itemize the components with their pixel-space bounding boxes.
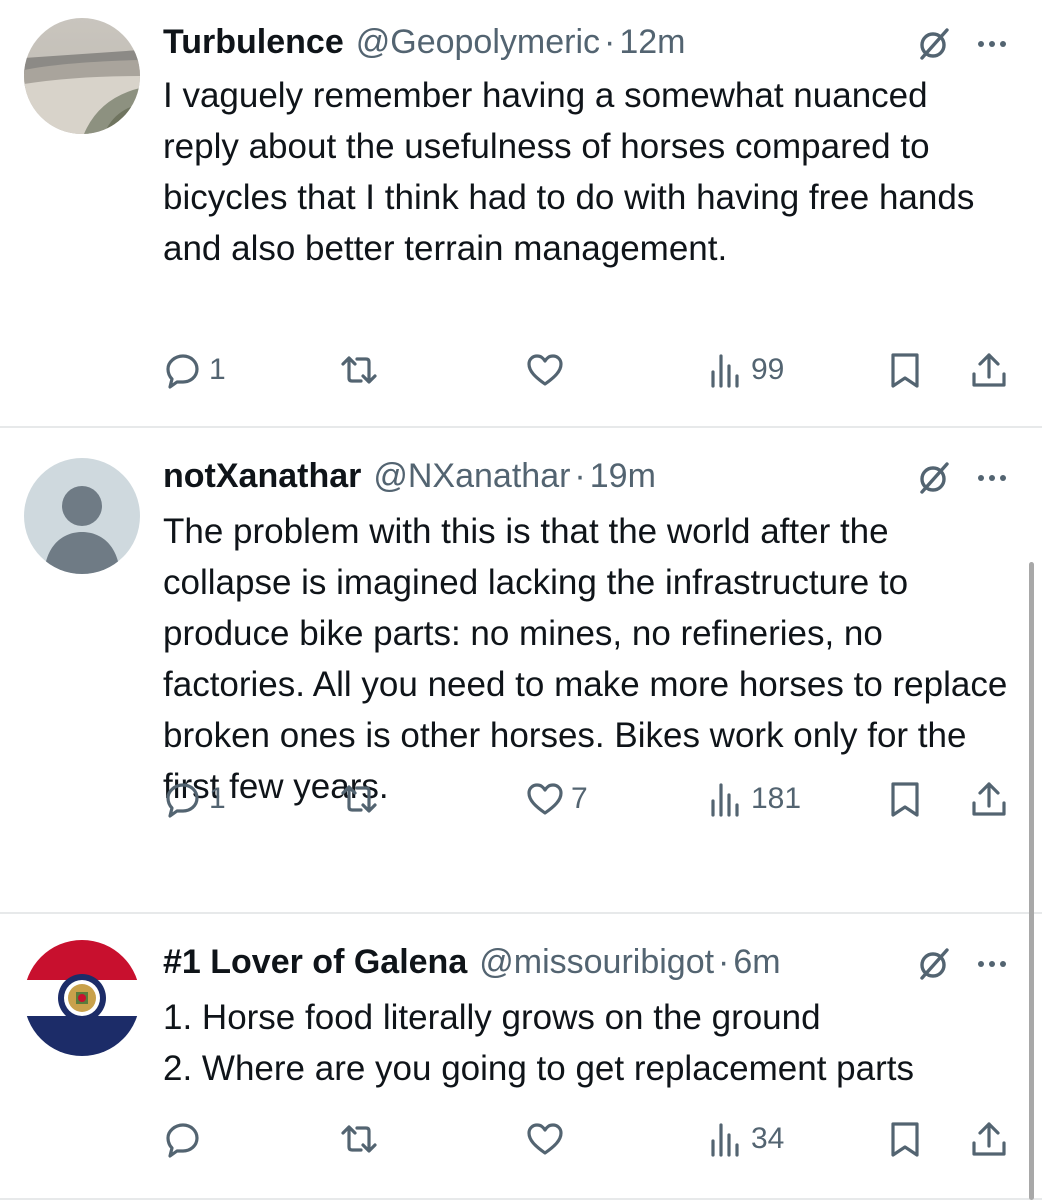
avatar[interactable] xyxy=(24,18,140,134)
tweet-content: Turbulence @Geopolymeric · 12m I vaguely… xyxy=(163,20,1012,274)
more-icon[interactable] xyxy=(972,458,1012,498)
reply-count: 1 xyxy=(209,353,226,386)
share-button[interactable] xyxy=(969,1114,1009,1164)
display-name[interactable]: Turbulence xyxy=(163,23,344,62)
timestamp[interactable]: 6m xyxy=(733,943,780,982)
tweet-actions: 1 7 181 xyxy=(163,774,1023,824)
reply-count: 1 xyxy=(209,782,226,815)
missouri-flag-avatar xyxy=(24,940,140,1056)
tweet-actions: 1 99 xyxy=(163,345,1023,395)
tweet-header: Turbulence @Geopolymeric · 12m xyxy=(163,20,1012,64)
avatar[interactable] xyxy=(24,458,140,574)
bookmark-button[interactable] xyxy=(885,1114,925,1164)
like-icon xyxy=(527,1123,563,1155)
timestamp[interactable]: 19m xyxy=(590,457,656,496)
bookmark-button[interactable] xyxy=(885,774,925,824)
reply-icon xyxy=(166,354,199,389)
tweet-content: #1 Lover of Galena @missouribigot · 6m 1… xyxy=(163,940,1012,1094)
tweet[interactable]: #1 Lover of Galena @missouribigot · 6m 1… xyxy=(0,914,1042,1200)
views-count: 181 xyxy=(751,782,802,815)
beach-photo-avatar xyxy=(24,18,140,134)
grok-icon[interactable] xyxy=(914,24,954,64)
timestamp[interactable]: 12m xyxy=(619,23,685,62)
like-button[interactable] xyxy=(525,345,571,395)
scrollbar[interactable] xyxy=(1029,562,1034,1200)
tweet[interactable]: notXanathar @NXanathar · 19m The problem… xyxy=(0,428,1042,914)
bookmark-icon xyxy=(891,353,919,388)
tweet-text: I vaguely remember having a somewhat nua… xyxy=(163,76,975,268)
grok-icon[interactable] xyxy=(914,944,954,984)
reply-button[interactable] xyxy=(163,1114,209,1164)
views-icon xyxy=(711,354,739,388)
repost-icon xyxy=(341,1125,377,1153)
like-count: 7 xyxy=(571,782,588,815)
tweet-text: 1. Horse food literally grows on the gro… xyxy=(163,992,1013,1094)
bookmark-button[interactable] xyxy=(885,345,925,395)
reply-button[interactable]: 1 xyxy=(163,774,226,824)
share-icon xyxy=(972,353,1006,387)
tweet[interactable]: Turbulence @Geopolymeric · 12m I vaguely… xyxy=(0,0,1042,428)
repost-button[interactable] xyxy=(339,345,385,395)
user-handle[interactable]: @missouribigot xyxy=(479,943,714,982)
repost-icon xyxy=(341,785,377,813)
views-icon xyxy=(711,1123,739,1157)
share-button[interactable] xyxy=(969,345,1009,395)
tweet-actions: 34 xyxy=(163,1114,1023,1164)
separator: · xyxy=(604,22,616,61)
like-button[interactable]: 7 xyxy=(525,774,588,824)
share-icon xyxy=(972,1122,1006,1156)
display-name[interactable]: #1 Lover of Galena xyxy=(163,943,467,982)
tweet-content: notXanathar @NXanathar · 19m The problem… xyxy=(163,454,1012,812)
reply-button[interactable]: 1 xyxy=(163,345,226,395)
grok-icon[interactable] xyxy=(914,458,954,498)
tweet-header: #1 Lover of Galena @missouribigot · 6m xyxy=(163,940,1012,984)
bookmark-icon xyxy=(891,1122,919,1157)
views-icon xyxy=(711,783,739,817)
user-handle[interactable]: @Geopolymeric xyxy=(356,23,600,62)
views-button[interactable]: 99 xyxy=(705,345,784,395)
views-count: 34 xyxy=(751,1122,785,1155)
like-icon xyxy=(527,354,563,386)
share-icon xyxy=(972,782,1006,816)
tweet-text: The problem with this is that the world … xyxy=(163,512,1008,806)
avatar[interactable] xyxy=(24,940,140,1056)
views-button[interactable]: 34 xyxy=(705,1114,784,1164)
more-icon[interactable] xyxy=(972,24,1012,64)
like-icon xyxy=(527,783,563,815)
like-button[interactable] xyxy=(525,1114,571,1164)
user-handle[interactable]: @NXanathar xyxy=(373,457,570,496)
separator: · xyxy=(718,942,730,981)
tweet-text-line: 1. Horse food literally grows on the gro… xyxy=(163,998,821,1037)
display-name[interactable]: notXanathar xyxy=(163,457,361,496)
repost-button[interactable] xyxy=(339,1114,385,1164)
views-count: 99 xyxy=(751,353,785,386)
separator: · xyxy=(574,456,586,495)
tweet-text-line: 2. Where are you going to get replacemen… xyxy=(163,1049,914,1088)
default-user-avatar xyxy=(24,458,140,574)
tweet-header: notXanathar @NXanathar · 19m xyxy=(163,454,1012,498)
more-icon[interactable] xyxy=(972,944,1012,984)
repost-button[interactable] xyxy=(339,774,385,824)
share-button[interactable] xyxy=(969,774,1009,824)
reply-icon xyxy=(166,1123,199,1158)
reply-icon xyxy=(166,783,199,818)
repost-icon xyxy=(341,356,377,384)
views-button[interactable]: 181 xyxy=(705,774,801,824)
reply-feed: Turbulence @Geopolymeric · 12m I vaguely… xyxy=(0,0,1042,1200)
bookmark-icon xyxy=(891,782,919,817)
